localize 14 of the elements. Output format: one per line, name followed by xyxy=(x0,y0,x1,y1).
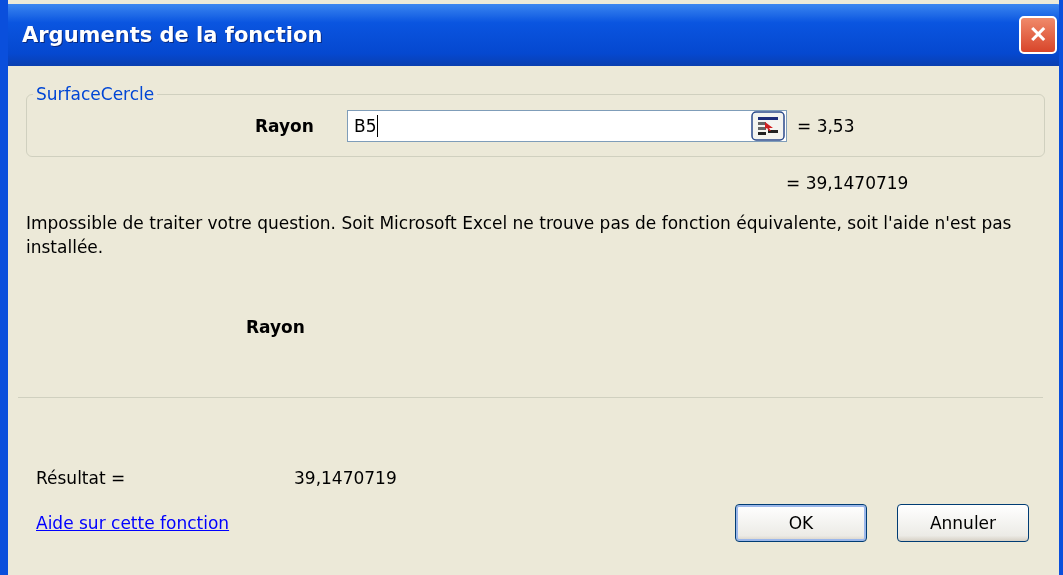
formula-result: = 39,1470719 xyxy=(786,173,910,193)
function-name: SurfaceCercle xyxy=(35,84,156,104)
function-description: Impossible de traiter votre question. Soit Microsoft Excel ne trouve pas de fonction équivalente, soit l'aide n'est pas installée. xyxy=(26,212,1013,259)
range-select-icon[interactable] xyxy=(751,111,785,141)
result-label: Résultat = xyxy=(36,468,127,488)
argument-name: Rayon xyxy=(246,317,306,337)
argument-label: Rayon xyxy=(255,116,315,136)
ok-button[interactable]: OK xyxy=(735,504,867,542)
window-title: Arguments de la fonction xyxy=(22,23,323,47)
argument-input-field[interactable]: B5 xyxy=(347,110,787,142)
argument-value: = 3,53 xyxy=(797,116,855,136)
result-value: 39,1470719 xyxy=(294,468,397,488)
help-link[interactable]: Aide sur cette fonction xyxy=(36,513,230,533)
cancel-button[interactable]: Annuler xyxy=(897,504,1029,542)
